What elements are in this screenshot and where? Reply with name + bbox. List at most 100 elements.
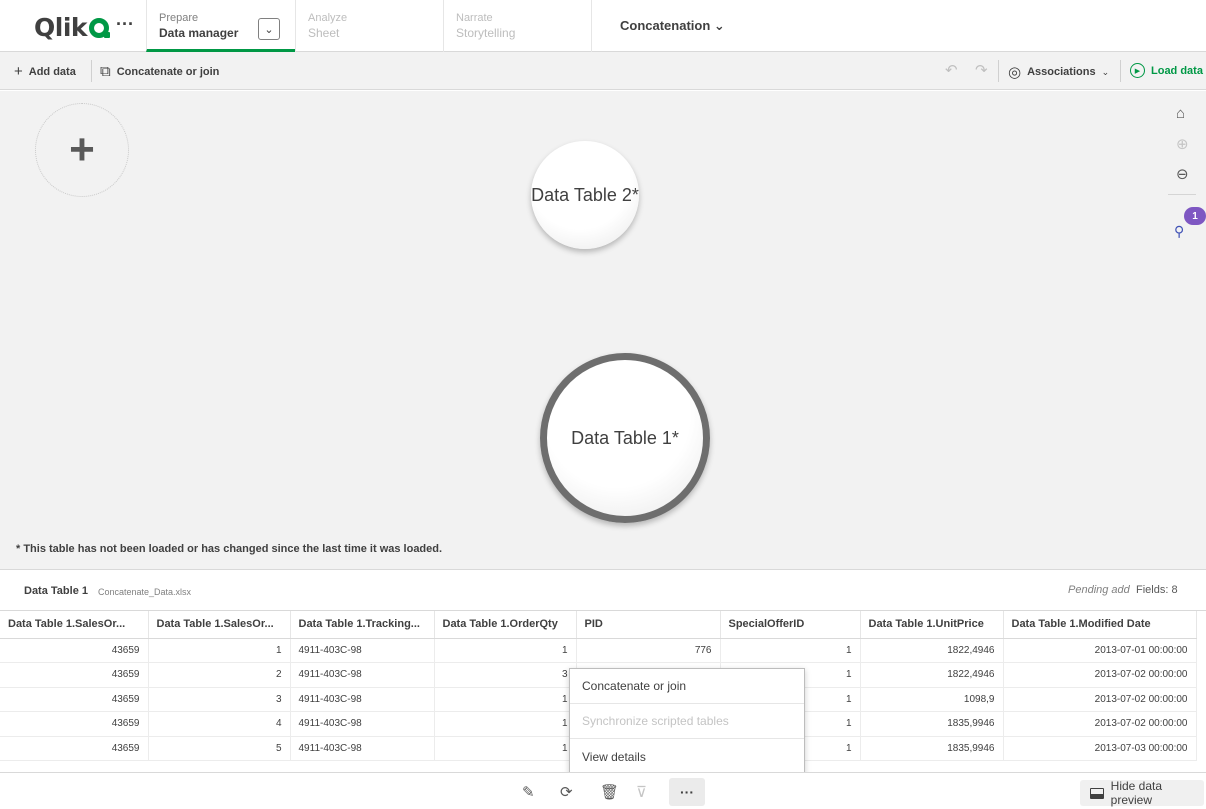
tab-analyze-value: Sheet [308,26,340,40]
associations-button[interactable]: ◎ Associations ⌄ [1008,63,1109,81]
load-data-label: Load data [1151,64,1203,77]
panel-icon [1090,787,1104,799]
column-header[interactable]: Data Table 1.Tracking... [290,611,435,639]
toolbar-divider [1120,60,1121,82]
table-cell: 2 [148,662,291,688]
plus-icon: + [14,63,23,80]
prepare-dropdown-icon[interactable]: ⌄ [258,18,280,40]
load-data-button[interactable]: ▶ Load data [1130,63,1203,78]
column-header[interactable]: Data Table 1.Modified Date [1003,611,1197,639]
column-header[interactable]: SpecialOfferID [720,611,861,639]
column-header[interactable]: PID [576,611,721,639]
tools-divider [1168,194,1196,195]
table-cell: 3 [434,662,577,688]
table-cell: 4911-403C-98 [290,736,435,761]
tab-narrate-value: Storytelling [456,26,516,40]
preview-status: Pending add [1068,584,1130,596]
refresh-icon[interactable]: ⟳ [560,783,573,801]
more-actions-menu: Concatenate or join Synchronize scripted… [569,668,805,774]
column-header[interactable]: Data Table 1.SalesOr... [148,611,291,639]
redo-icon[interactable]: ↷ [975,61,988,79]
menu-item-concatenate[interactable]: Concatenate or join [570,669,804,704]
table-bubble-data-table-2[interactable]: Data Table 2* [531,141,639,249]
top-navigation: Qlik ··· Prepare Data manager ⌄ Analyze … [0,0,1206,52]
table-cell: 4911-403C-98 [290,687,435,712]
play-icon: ▶ [1130,63,1145,78]
table-cell: 4 [148,711,291,737]
edit-pencil-icon[interactable]: ✎ [522,783,535,801]
table-cell: 4911-403C-98 [290,662,435,688]
table-row: 43659 1 4911-403C-98 1 776 1 1822,4946 2013-07-… [0,638,1197,663]
table-cell: 2013-07-02 00:00:00 [1003,662,1197,688]
table-cell: 1835,9946 [860,711,1004,737]
add-table-button[interactable]: + [35,103,129,197]
data-manager-toolbar: + Add data ⧉ Concatenate or join ↶ ↷ ◎ A… [0,52,1206,90]
preview-table-name: Data Table 1 [24,585,88,597]
qlik-logo[interactable]: Qlik [34,13,111,42]
table-cell: 1 [434,736,577,761]
table-cell: 1 [434,638,577,663]
global-menu-button[interactable]: ··· [116,14,134,35]
toolbar-divider [998,60,999,82]
table-cell: 1098,9 [860,687,1004,712]
hide-data-preview-button[interactable]: Hide data preview [1080,779,1204,807]
table-cell: 1 [148,638,291,663]
table-cell: 1 [434,711,577,737]
table-cell: 4911-403C-98 [290,711,435,737]
concatenate-label: Concatenate or join [116,65,220,78]
tab-analyze-label: Analyze [308,12,348,24]
qlik-logo-mark [89,18,111,38]
tab-narrate[interactable]: Narrate Storytelling [443,0,591,52]
undo-icon[interactable]: ↶ [945,61,958,79]
hide-data-preview-label: Hide data preview [1110,779,1163,807]
data-preview-header: Data Table 1 Concatenate_Data.xlsx Pendi… [0,569,1206,611]
zoom-out-icon[interactable]: ⊖ [1176,165,1189,183]
column-header[interactable]: Data Table 1.SalesOr... [0,611,149,639]
table-cell: 1822,4946 [860,638,1004,663]
concatenate-button[interactable]: ⧉ Concatenate or join [100,63,219,80]
filter-off-icon: ⊽ [636,784,647,801]
menu-item-synchronize: Synchronize scripted tables [570,704,804,739]
zoom-in-icon[interactable]: ⊕ [1176,135,1189,153]
chevron-down-icon: ⌄ [1101,66,1110,77]
table-bubble-data-table-1[interactable]: Data Table 1* [540,353,710,523]
table-cell: 5 [148,736,291,761]
table-cell: 2013-07-01 00:00:00 [1003,638,1197,663]
table-cell: 43659 [0,711,149,737]
add-data-label: Add data [28,65,76,78]
tab-analyze[interactable]: Analyze Sheet [295,0,443,52]
toolbar-divider [91,60,92,82]
menu-item-view-details[interactable]: View details [570,739,804,774]
preview-file-name: Concatenate_Data.xlsx [98,587,192,597]
associations-canvas[interactable]: + Data Table 2* Data Table 1* ⌂ ⊕ ⊖ 1 ⚲ … [0,91,1206,569]
eye-icon: ◎ [1008,64,1022,81]
preview-field-count: Fields: 8 [1136,584,1178,596]
tab-narrate-label: Narrate [456,12,493,24]
table-cell: 43659 [0,662,149,688]
column-header[interactable]: Data Table 1.OrderQty [434,611,577,639]
unloaded-footnote: * This table has not been loaded or has … [16,543,443,555]
table-cell: 43659 [0,638,149,663]
column-header[interactable]: Data Table 1.UnitPrice [860,611,1004,639]
table-cell: 43659 [0,736,149,761]
table-cell: 1 [720,638,861,663]
table-cell: 1835,9946 [860,736,1004,761]
table-cell: 1822,4946 [860,662,1004,688]
add-data-button[interactable]: + Add data [14,63,76,80]
magic-wand-icon[interactable]: ⚲ [1174,223,1184,240]
associations-label: Associations [1027,66,1096,78]
app-title-dropdown[interactable]: Concatenation ⌄ [591,0,751,52]
delete-icon[interactable]: 🗑 [600,783,619,801]
table-cell: 3 [148,687,291,712]
table-cell: 2013-07-03 00:00:00 [1003,736,1197,761]
table-cell: 43659 [0,687,149,712]
table-cell: 2013-07-02 00:00:00 [1003,711,1197,737]
bottom-toolbar: ✎ ⟳ 🗑 ⊽ ··· Hide data preview [0,772,1206,809]
table-cell: 1 [434,687,577,712]
home-icon[interactable]: ⌂ [1176,105,1185,122]
table-cell: 776 [576,638,721,663]
more-actions-button[interactable]: ··· [669,778,705,806]
recommendations-badge: 1 [1184,207,1206,225]
concatenate-icon: ⧉ [100,63,111,80]
table-cell: 2013-07-02 00:00:00 [1003,687,1197,712]
